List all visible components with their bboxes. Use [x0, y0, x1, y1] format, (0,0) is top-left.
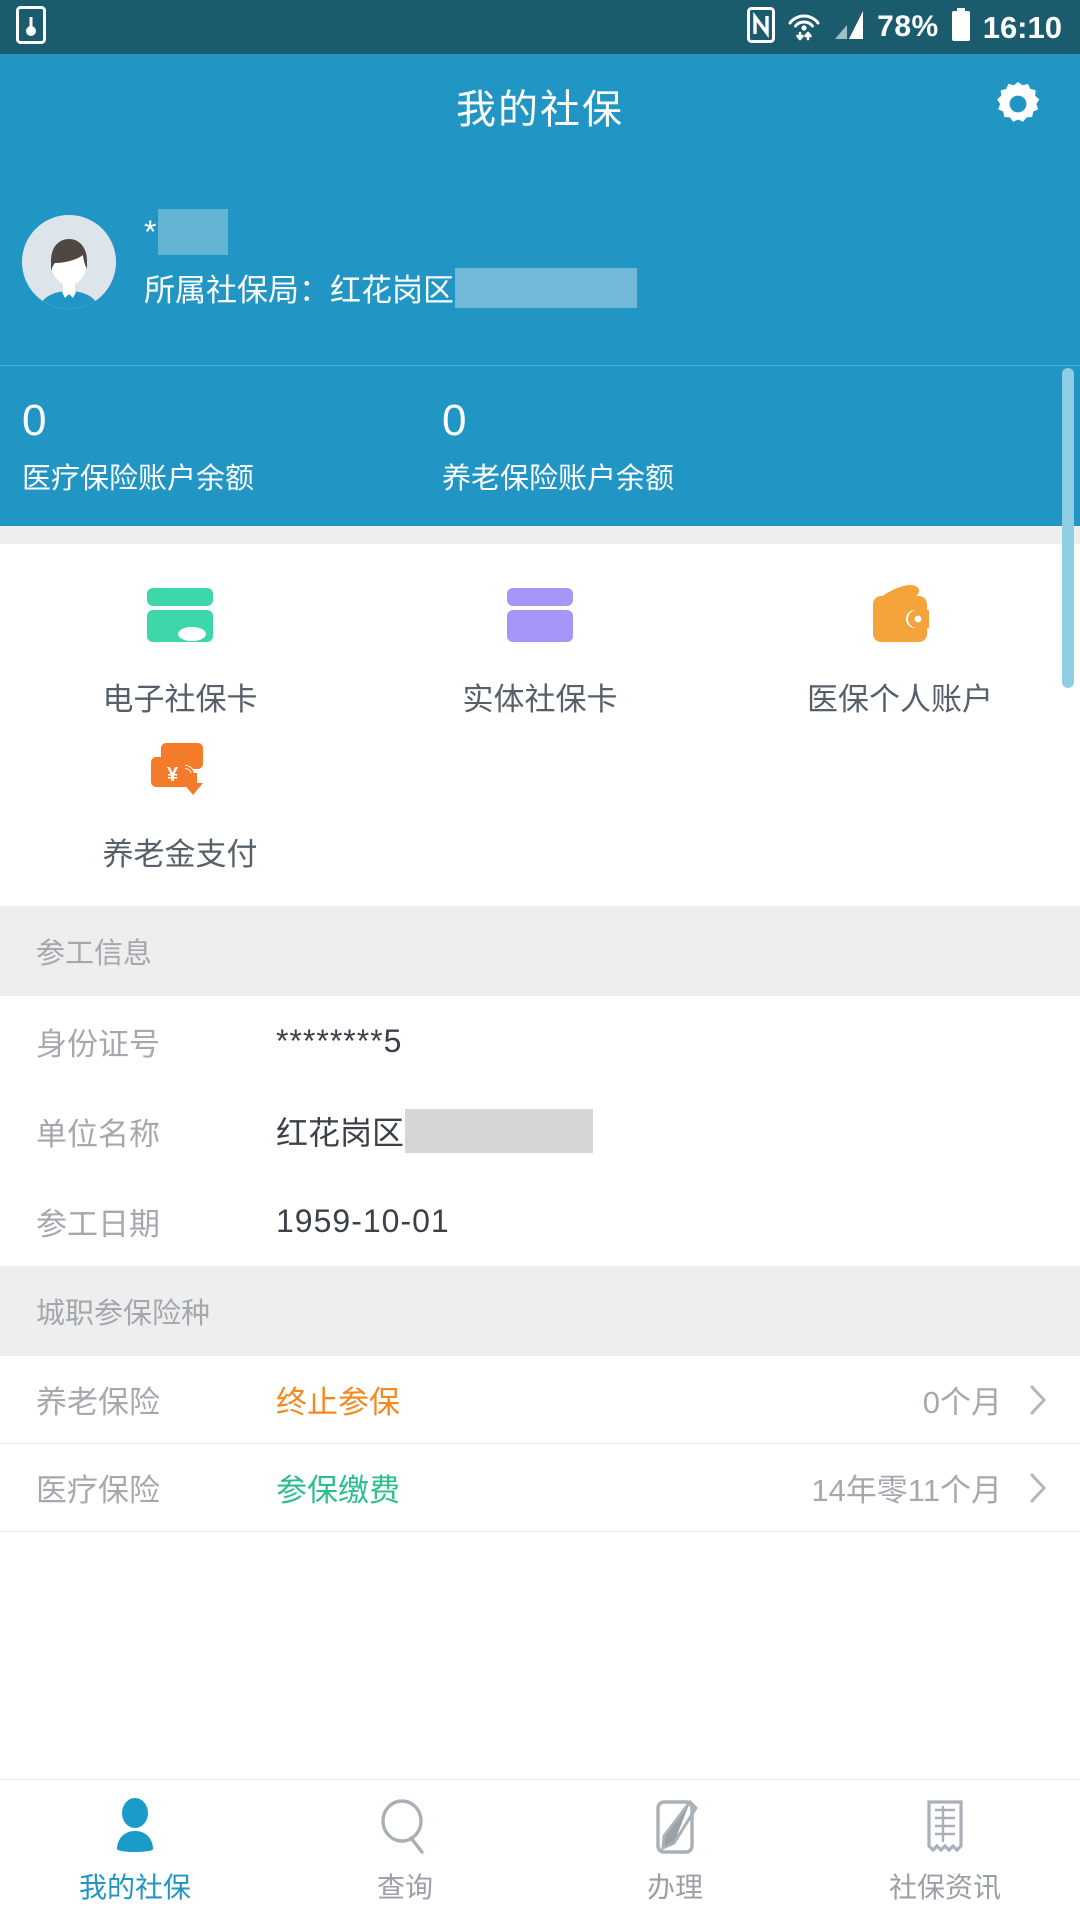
balance-medical[interactable]: 0 医疗保险账户余额 — [22, 366, 442, 526]
shortcut-pension-payment[interactable]: ¥ 养老金支付 — [0, 733, 360, 888]
receipt-icon — [919, 1794, 971, 1856]
profile-card[interactable]: * 所属社保局：红花岗区 — [0, 158, 1080, 366]
profile-texts: * 所属社保局：红花岗区 — [144, 209, 637, 310]
tab-my-social-security[interactable]: 我的社保 — [0, 1780, 270, 1920]
tab-handle[interactable]: 办理 — [540, 1780, 810, 1920]
card-icon — [503, 578, 577, 652]
tab-query-label: 查询 — [376, 1872, 433, 1903]
battery-icon — [951, 7, 971, 47]
balance-medical-value: 0 — [22, 395, 47, 445]
profile-name-text: * — [144, 213, 157, 250]
list-item[interactable]: 养老保险 终止参保 0个月 — [0, 1356, 1080, 1444]
shortcut-physical-card[interactable]: 实体社保卡 — [360, 578, 720, 733]
profile-name-redaction — [158, 209, 229, 255]
tab-news[interactable]: 社保资讯 — [810, 1780, 1080, 1920]
wifi-icon — [787, 7, 821, 48]
shortcut-electronic-card-label: 电子社保卡 — [102, 682, 258, 717]
card-yen-download-icon: ¥ — [143, 733, 217, 807]
insurance-header: 城职参保险种 — [0, 1266, 1080, 1356]
pencil-edit-icon — [649, 1794, 701, 1856]
unit-name-redaction — [405, 1109, 594, 1153]
medical-insurance-status: 参保缴费 — [276, 1473, 400, 1508]
section-divider — [0, 526, 1080, 544]
cellular-signal-icon — [833, 9, 865, 46]
list-item[interactable]: 医疗保险 参保缴费 14年零11个月 — [0, 1444, 1080, 1532]
table-row: 身份证号 ********5 — [0, 996, 1080, 1086]
profile-bureau-redaction — [455, 267, 637, 308]
status-bar-right: 78% 16:10 — [747, 6, 1062, 48]
screen-record-icon — [16, 5, 46, 49]
settings-button[interactable] — [990, 78, 1046, 134]
bottom-navigation: 我的社保 查询 办理 社保资讯 — [0, 1779, 1080, 1920]
pension-insurance-status: 终止参保 — [276, 1385, 400, 1420]
work-start-date-label: 参工日期 — [36, 1206, 160, 1242]
page-title: 我的社保 — [456, 88, 624, 132]
wallet-icon — [863, 578, 937, 652]
battery-percent-label: 78% — [877, 10, 939, 43]
profile-section: * 所属社保局：红花岗区 0 医疗保险账户余额 0 养老保险账户余额 — [0, 158, 1080, 688]
tab-my-social-security-label: 我的社保 — [78, 1872, 191, 1903]
balance-medical-label: 医疗保险账户余额 — [22, 462, 255, 495]
status-bar: 78% 16:10 — [0, 0, 1080, 54]
shortcut-medical-account-label: 医保个人账户 — [807, 682, 993, 717]
shortcut-grid: 电子社保卡 实体社保卡 医保个人账户 ¥ 养老金支付 — [0, 544, 1080, 906]
table-row: 单位名称 红花岗区 — [0, 1086, 1080, 1176]
tab-handle-label: 办理 — [646, 1872, 703, 1903]
shortcut-electronic-card[interactable]: 电子社保卡 — [0, 578, 360, 733]
tab-query[interactable]: 查询 — [270, 1780, 540, 1920]
svg-text:¥: ¥ — [167, 764, 179, 786]
medical-insurance-duration: 14年零11个月 — [811, 1473, 1002, 1508]
profile-name: * — [144, 209, 637, 255]
status-bar-clock: 16:10 — [982, 9, 1062, 45]
balances-section: 0 医疗保险账户余额 0 养老保险账户余额 — [0, 366, 1080, 526]
unit-name-label: 单位名称 — [36, 1116, 160, 1152]
work-info-header: 参工信息 — [0, 906, 1080, 996]
balance-pension-value: 0 — [442, 395, 467, 445]
tab-news-label: 社保资讯 — [888, 1872, 1001, 1903]
nfc-icon — [747, 6, 776, 48]
card-cloud-icon — [143, 578, 217, 652]
chevron-right-icon — [1028, 1471, 1048, 1505]
person-icon — [109, 1794, 161, 1856]
balance-pension[interactable]: 0 养老保险账户余额 — [442, 366, 862, 526]
shortcut-pension-payment-label: 养老金支付 — [102, 837, 258, 872]
avatar — [22, 214, 116, 309]
profile-bureau-text: 所属社保局：红花岗区 — [144, 273, 454, 308]
pension-insurance-label: 养老保险 — [36, 1385, 160, 1420]
work-start-date-value: 1959-10-01 — [276, 1202, 450, 1239]
scrollbar[interactable] — [1062, 368, 1074, 688]
id-number-label: 身份证号 — [36, 1026, 160, 1062]
unit-name-value-wrap: 红花岗区 — [276, 1108, 594, 1154]
gear-icon — [992, 78, 1044, 135]
chevron-right-icon — [1028, 1383, 1048, 1417]
shortcut-physical-card-label: 实体社保卡 — [462, 682, 618, 717]
id-number-value: ********5 — [276, 1022, 403, 1059]
unit-name-value: 红花岗区 — [276, 1115, 405, 1151]
shortcut-medical-account[interactable]: 医保个人账户 — [720, 578, 1080, 733]
pension-insurance-duration: 0个月 — [922, 1385, 1002, 1420]
app-header: 我的社保 — [0, 54, 1080, 158]
table-row: 参工日期 1959-10-01 — [0, 1176, 1080, 1266]
profile-bureau: 所属社保局：红花岗区 — [144, 265, 637, 310]
search-icon — [377, 1794, 433, 1856]
balance-pension-label: 养老保险账户余额 — [442, 462, 675, 495]
status-bar-left — [16, 5, 46, 49]
medical-insurance-label: 医疗保险 — [36, 1473, 160, 1508]
